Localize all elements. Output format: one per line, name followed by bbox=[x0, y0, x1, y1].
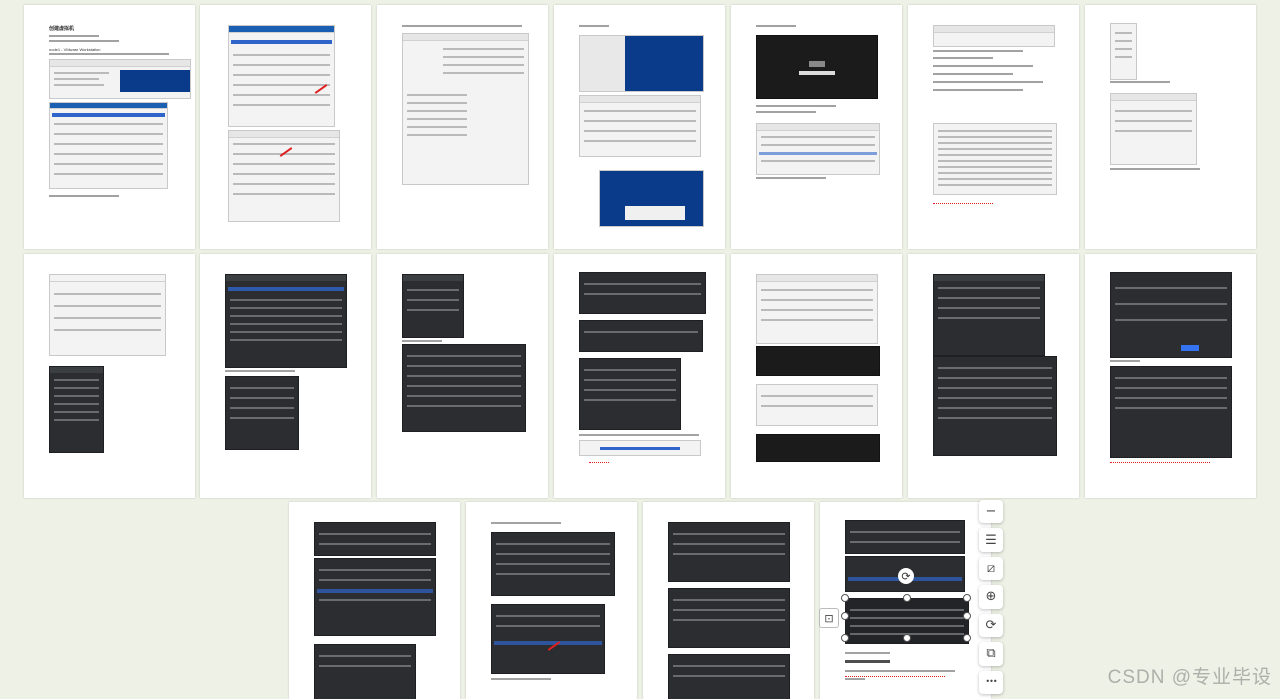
screenshot-ide-deps bbox=[579, 320, 703, 352]
screenshot-ide-files bbox=[225, 376, 299, 450]
screenshot-ide-project bbox=[225, 274, 347, 368]
screenshot-ide-code bbox=[491, 532, 615, 596]
screenshot-login bbox=[756, 35, 878, 99]
page-thumbnail-10[interactable] bbox=[377, 254, 548, 498]
resize-handle-bottom[interactable] bbox=[903, 634, 911, 642]
screenshot-explorer-2 bbox=[756, 274, 878, 344]
page-thumbnail-2[interactable] bbox=[200, 5, 371, 249]
resize-handle-left[interactable] bbox=[841, 612, 849, 620]
screenshot-vm-boot bbox=[579, 35, 704, 92]
image-replace-icon[interactable]: ⧉ bbox=[979, 642, 1003, 666]
screenshot-ide-build bbox=[579, 272, 706, 314]
screenshot-ide-editor-2 bbox=[933, 356, 1057, 456]
screenshot-progress bbox=[579, 440, 701, 456]
zoom-in-icon[interactable]: ⊕ bbox=[979, 585, 1003, 609]
resize-handle-top-right[interactable] bbox=[963, 594, 971, 602]
crop-icon[interactable]: ⧄ bbox=[979, 556, 1003, 581]
screenshot-file-list bbox=[756, 123, 880, 175]
resize-handle-top-left[interactable] bbox=[841, 594, 849, 602]
screenshot-sharing bbox=[49, 274, 166, 356]
image-toolbar: − ☰ ⧄ ⊕ ⟳ ⧉ ••• bbox=[977, 500, 1005, 699]
screenshot-ide-tree-4 bbox=[314, 644, 416, 699]
resize-handle-top[interactable] bbox=[903, 594, 911, 602]
page-thumbnail-3[interactable] bbox=[377, 5, 548, 249]
screenshot-ide-code-4 bbox=[668, 654, 790, 699]
screenshot-cmd-2 bbox=[756, 434, 880, 462]
screenshot-vmware bbox=[49, 59, 191, 99]
page-thumbnail-11[interactable] bbox=[554, 254, 725, 498]
screenshot-ide-tree-3 bbox=[314, 558, 436, 636]
page-thumbnail-9[interactable] bbox=[200, 254, 371, 498]
page-thumbnail-17[interactable] bbox=[643, 502, 814, 699]
screenshot-network bbox=[228, 130, 340, 222]
screenshot-settings bbox=[228, 25, 335, 127]
page-title: 创建虚拟机 bbox=[49, 26, 75, 32]
screenshot-ide-dialog bbox=[491, 604, 605, 674]
text-box-icon[interactable]: ⊡ bbox=[819, 608, 839, 628]
minus-icon[interactable]: − bbox=[979, 500, 1003, 524]
page-thumbnail-16[interactable] bbox=[466, 502, 637, 699]
screenshot-ide-run bbox=[845, 520, 965, 554]
screenshot-vm-desktop bbox=[599, 170, 704, 227]
text-wrap-icon[interactable]: ☰ bbox=[979, 528, 1003, 552]
screenshot-explorer bbox=[402, 33, 529, 185]
screenshot-ide-editor bbox=[933, 274, 1045, 356]
page-thumbnail-12[interactable] bbox=[731, 254, 902, 498]
page-thumbnail-1[interactable]: 创建虚拟机 node1 - VMware Workstation bbox=[24, 5, 195, 249]
screenshot-ide-tree-2 bbox=[1110, 366, 1232, 458]
page-thumbnail-8[interactable] bbox=[24, 254, 195, 498]
resize-handle-right[interactable] bbox=[963, 612, 971, 620]
screenshot-toolbar bbox=[933, 25, 1055, 47]
watermark: CSDN @专业毕设 bbox=[1107, 667, 1272, 688]
page-thumbnail-4[interactable] bbox=[554, 5, 725, 249]
screenshot-ide-header bbox=[314, 522, 436, 556]
screenshot-cmd bbox=[756, 346, 880, 376]
app-name: node1 - VMware Workstation bbox=[49, 47, 101, 52]
screenshot-terminal bbox=[933, 123, 1057, 195]
resize-handle-bottom-right[interactable] bbox=[963, 634, 971, 642]
screenshot-install bbox=[579, 95, 701, 157]
screenshot-ide-settings bbox=[402, 344, 526, 432]
screenshot-properties bbox=[1110, 93, 1197, 165]
screenshot-dialog bbox=[49, 102, 168, 189]
page-thumbnail-7[interactable] bbox=[1085, 5, 1256, 249]
page-thumbnail-6[interactable] bbox=[908, 5, 1079, 249]
screenshot-ide-code-2 bbox=[668, 522, 790, 582]
rotate-icon[interactable]: ⟳ bbox=[979, 613, 1003, 638]
rotate-handle-icon[interactable]: ⟳ bbox=[898, 568, 914, 584]
page-thumbnail-13[interactable] bbox=[908, 254, 1079, 498]
screenshot-ide-menu bbox=[402, 274, 464, 338]
resize-handle-bottom-left[interactable] bbox=[841, 634, 849, 642]
screenshot-ide-tree bbox=[49, 366, 104, 453]
screenshot-ide-code-3 bbox=[668, 588, 790, 648]
page-thumbnail-14[interactable] bbox=[1085, 254, 1256, 498]
screenshot-ide-config bbox=[579, 358, 681, 430]
page-thumbnail-15[interactable] bbox=[289, 502, 460, 699]
more-icon[interactable]: ••• bbox=[979, 670, 1003, 694]
screenshot-new-project bbox=[1110, 272, 1232, 358]
screenshot-run bbox=[756, 384, 878, 426]
page-thumbnail-5[interactable] bbox=[731, 5, 902, 249]
screenshot-file-tree bbox=[1110, 23, 1137, 80]
